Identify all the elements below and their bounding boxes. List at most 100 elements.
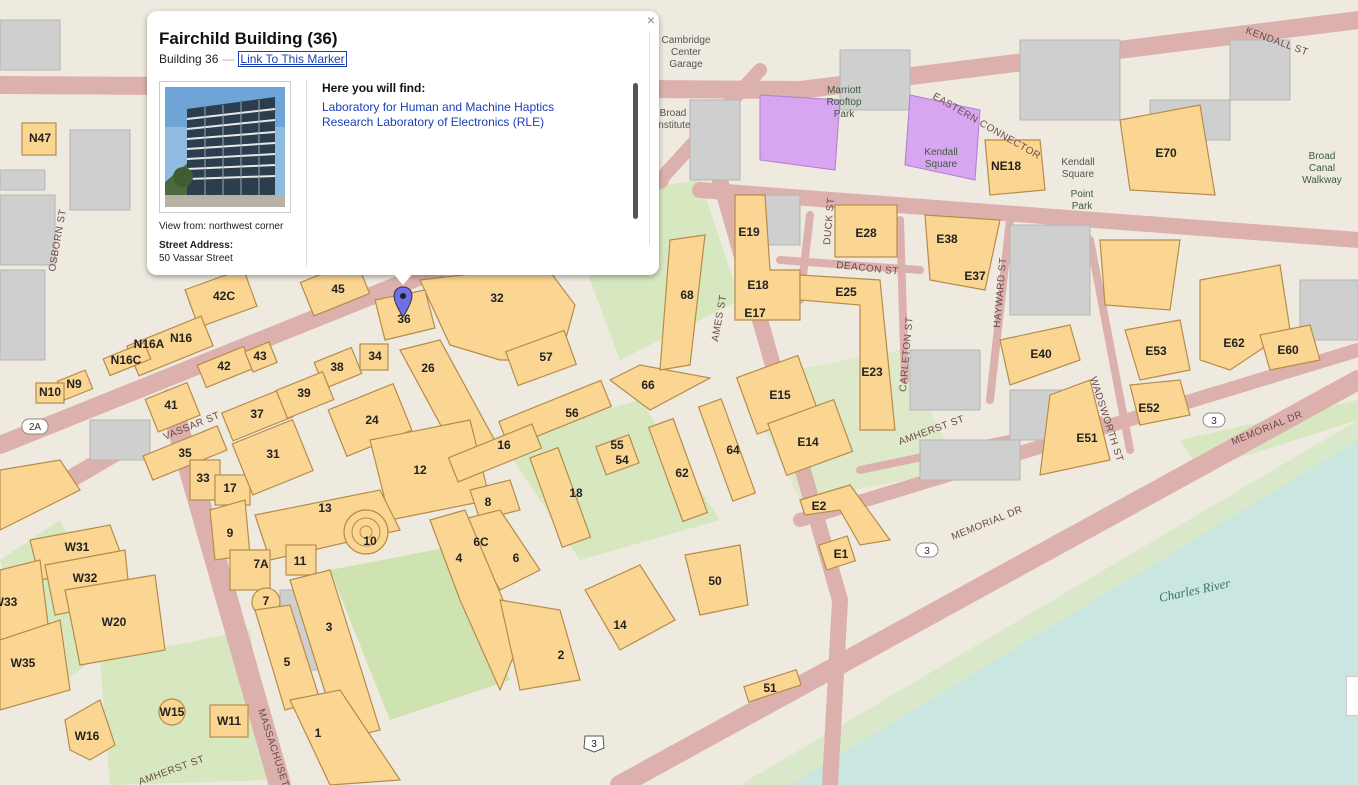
svg-text:Marriott: Marriott <box>827 85 861 96</box>
svg-text:W35: W35 <box>11 656 36 670</box>
svg-text:N47: N47 <box>29 131 51 145</box>
svg-text:4: 4 <box>456 551 463 565</box>
svg-text:E38: E38 <box>936 232 958 246</box>
svg-text:62: 62 <box>675 466 689 480</box>
svg-text:E53: E53 <box>1145 344 1167 358</box>
svg-text:50: 50 <box>708 574 722 588</box>
svg-text:2: 2 <box>558 648 565 662</box>
svg-text:42: 42 <box>217 359 231 373</box>
popup-title: Fairchild Building (36) <box>159 29 338 48</box>
svg-text:Point: Point <box>1071 189 1094 200</box>
svg-text:26: 26 <box>421 361 435 375</box>
svg-text:E62: E62 <box>1223 336 1245 350</box>
svg-text:55: 55 <box>610 438 624 452</box>
svg-text:E18: E18 <box>747 278 769 292</box>
svg-text:W20: W20 <box>102 615 127 629</box>
map-pin-icon[interactable] <box>393 286 413 318</box>
svg-text:45: 45 <box>331 282 345 296</box>
svg-text:41: 41 <box>164 398 178 412</box>
svg-text:E51: E51 <box>1076 431 1098 445</box>
svg-text:N16C: N16C <box>111 353 142 367</box>
svg-text:35: 35 <box>178 446 192 460</box>
separator: — <box>222 52 235 66</box>
svg-text:8: 8 <box>485 495 492 509</box>
svg-text:54: 54 <box>615 453 629 467</box>
svg-text:3: 3 <box>591 739 597 750</box>
svg-text:W33: W33 <box>0 595 18 609</box>
svg-text:3: 3 <box>326 620 333 634</box>
svg-text:E60: E60 <box>1277 343 1299 357</box>
svg-text:W31: W31 <box>65 540 90 554</box>
svg-text:12: 12 <box>413 463 427 477</box>
photo-caption: View from: northwest corner <box>159 221 284 232</box>
svg-text:39: 39 <box>297 386 311 400</box>
svg-text:E19: E19 <box>738 225 760 239</box>
svg-text:Garage: Garage <box>669 59 703 70</box>
scrollbar-thumb[interactable] <box>633 83 638 219</box>
svg-text:43: 43 <box>253 349 267 363</box>
svg-text:5: 5 <box>284 655 291 669</box>
svg-text:N16A: N16A <box>134 337 165 351</box>
svg-text:1: 1 <box>315 726 322 740</box>
svg-text:2A: 2A <box>29 422 42 433</box>
building-image <box>165 87 285 207</box>
svg-text:56: 56 <box>565 406 579 420</box>
svg-text:E52: E52 <box>1138 401 1160 415</box>
find-heading: Here you will find: <box>322 81 426 95</box>
svg-text:13: 13 <box>318 501 332 515</box>
svg-text:51: 51 <box>763 681 777 695</box>
svg-text:42C: 42C <box>213 289 235 303</box>
svg-text:E28: E28 <box>855 226 877 240</box>
svg-text:Kendall: Kendall <box>1061 157 1094 168</box>
svg-text:33: 33 <box>196 471 210 485</box>
svg-text:38: 38 <box>330 360 344 374</box>
scrollbar-track[interactable] <box>649 31 650 245</box>
svg-text:3: 3 <box>924 546 930 557</box>
svg-text:Institute: Institute <box>655 120 690 131</box>
address-label: Street Address: <box>159 240 234 251</box>
svg-text:E15: E15 <box>769 388 791 402</box>
svg-text:68: 68 <box>680 288 694 302</box>
svg-text:E23: E23 <box>861 365 883 379</box>
building-number: Building 36 <box>159 52 219 66</box>
svg-text:NE18: NE18 <box>991 159 1021 173</box>
svg-text:18: 18 <box>569 486 583 500</box>
svg-text:7: 7 <box>263 594 270 608</box>
svg-text:11: 11 <box>294 554 307 568</box>
svg-text:N16: N16 <box>170 331 192 345</box>
link-to-marker[interactable]: Link To This Marker <box>238 51 347 67</box>
svg-text:Park: Park <box>834 109 856 120</box>
svg-text:Walkway: Walkway <box>1302 175 1342 186</box>
svg-text:57: 57 <box>539 350 553 364</box>
svg-text:Broad: Broad <box>1309 151 1336 162</box>
map-control[interactable] <box>1346 676 1358 716</box>
svg-text:37: 37 <box>250 407 264 421</box>
svg-text:14: 14 <box>613 618 627 632</box>
svg-text:E70: E70 <box>1155 146 1177 160</box>
svg-text:W16: W16 <box>75 729 100 743</box>
svg-text:E14: E14 <box>797 435 819 449</box>
svg-text:Canal: Canal <box>1309 163 1335 174</box>
close-icon[interactable]: × <box>647 13 655 27</box>
svg-text:9: 9 <box>227 526 234 540</box>
svg-text:E40: E40 <box>1030 347 1052 361</box>
svg-text:66: 66 <box>641 378 655 392</box>
building-photo[interactable] <box>159 81 291 213</box>
svg-text:Kendall: Kendall <box>924 147 957 158</box>
svg-text:N10: N10 <box>39 385 61 399</box>
divider <box>306 81 307 266</box>
svg-text:31: 31 <box>266 447 280 461</box>
svg-text:Park: Park <box>1072 201 1094 212</box>
find-item-link[interactable]: Research Laboratory of Electronics (RLE) <box>322 115 554 130</box>
svg-text:17: 17 <box>223 481 237 495</box>
svg-text:E2: E2 <box>812 499 827 513</box>
svg-text:Center: Center <box>671 47 702 58</box>
svg-text:Cambridge: Cambridge <box>662 35 711 46</box>
svg-text:24: 24 <box>365 413 379 427</box>
svg-text:Broad: Broad <box>660 108 687 119</box>
find-item-link[interactable]: Laboratory for Human and Machine Haptics <box>322 100 554 115</box>
svg-text:W15: W15 <box>160 705 185 719</box>
info-window: × Fairchild Building (36) Building 36— Li… <box>147 11 659 285</box>
info-window-tail <box>393 273 413 285</box>
svg-text:7A: 7A <box>253 557 269 571</box>
